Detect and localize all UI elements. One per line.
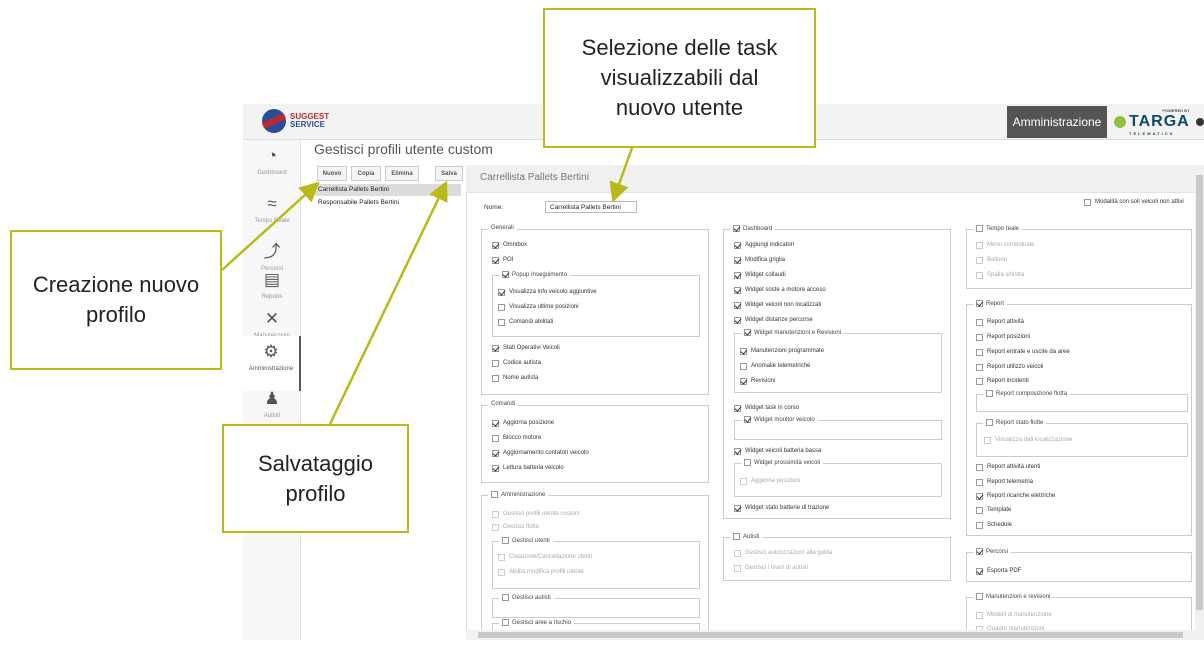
callout-creazione: Creazione nuovo profilo <box>10 230 222 370</box>
arrow-to-tasks <box>609 147 634 203</box>
callout-task-selection: Selezione delle task visualizzabili dal … <box>543 8 816 148</box>
callout-salvataggio: Salvataggio profilo <box>222 424 409 533</box>
arrow-to-new-button <box>221 181 320 271</box>
arrow-to-save-button <box>328 180 448 425</box>
